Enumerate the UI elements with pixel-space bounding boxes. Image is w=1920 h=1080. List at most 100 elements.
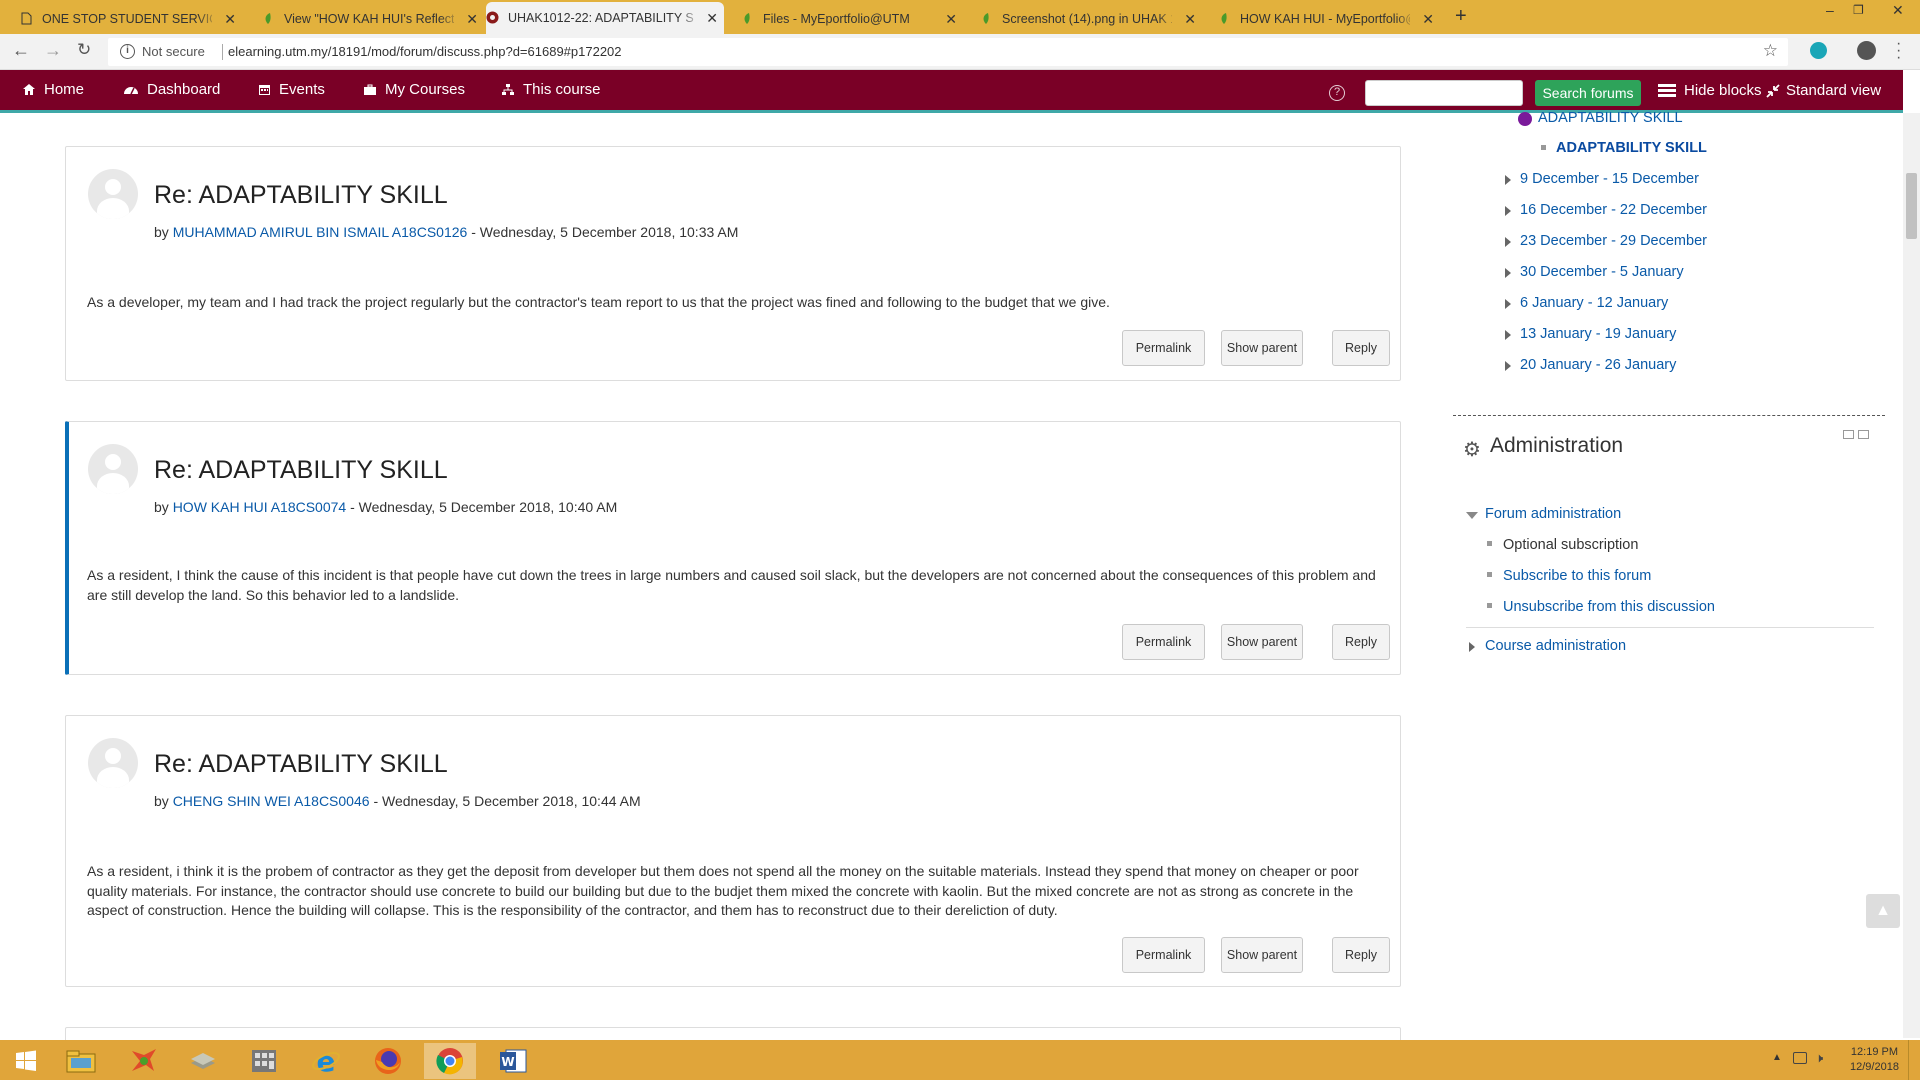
scroll-to-top-icon[interactable]: ▲ [1866, 894, 1900, 928]
close-icon[interactable]: ✕ [945, 11, 957, 28]
word-icon[interactable]: W [487, 1043, 539, 1079]
network-icon[interactable] [1793, 1052, 1807, 1064]
collapse-icon[interactable] [1466, 512, 1478, 519]
nav-parent-adaptability[interactable]: ADAPTABILITY SKILL [1538, 110, 1683, 126]
nav-current-adaptability[interactable]: ADAPTABILITY SKILL [1556, 140, 1707, 156]
administration-title: Administration [1490, 434, 1624, 457]
hide-blocks-button[interactable]: Hide blocks [1658, 82, 1762, 99]
tab-how-kah-hui[interactable]: HOW KAH HUI - MyEportfolio@U ✕ [1218, 3, 1440, 34]
svg-text:e: e [317, 1046, 336, 1076]
menu-dots-icon[interactable]: · · · [1896, 36, 1901, 66]
author-link[interactable]: MUHAMMAD AMIRUL BIN ISMAIL A18CS0126 [173, 224, 468, 240]
author-link[interactable]: HOW KAH HUI A18CS0074 [173, 499, 347, 515]
account-icon[interactable] [1857, 41, 1876, 60]
dock-icon[interactable] [1843, 430, 1854, 439]
close-icon[interactable]: ✕ [706, 10, 718, 27]
week-item[interactable]: 30 December - 5 January [1520, 264, 1684, 280]
permalink-button[interactable]: Permalink [1122, 624, 1205, 660]
new-tab-plus-icon[interactable]: + [1455, 5, 1467, 28]
url-text[interactable]: elearning.utm.my/18191/mod/forum/discuss… [228, 44, 622, 59]
nav-events-label: Events [279, 81, 325, 98]
avatar[interactable] [88, 738, 138, 788]
tab-one-stop[interactable]: ONE STOP STUDENT SERVICES ✕ [20, 3, 242, 34]
week-item[interactable]: 20 January - 26 January [1520, 357, 1676, 373]
show-desktop-button[interactable] [1908, 1040, 1912, 1080]
nav-dashboard-label: Dashboard [147, 81, 221, 98]
list-icon [1658, 83, 1676, 97]
bookmark-star-icon[interactable]: ☆ [1763, 41, 1778, 61]
volume-muted-icon[interactable]: 🕨 [1815, 1050, 1823, 1066]
page-scrollbar[interactable] [1903, 113, 1920, 1038]
expand-icon[interactable] [1505, 330, 1511, 340]
reply-button[interactable]: Reply [1332, 624, 1390, 660]
moodle-icon [486, 11, 499, 24]
windows-start-icon[interactable] [0, 1043, 52, 1079]
app-icon-bird[interactable] [117, 1043, 169, 1079]
standard-view-button[interactable]: Standard view [1766, 82, 1881, 99]
internet-explorer-icon[interactable]: e [300, 1043, 352, 1079]
close-icon[interactable]: ✕ [224, 11, 236, 28]
nav-events[interactable]: Events [258, 81, 325, 98]
close-icon[interactable]: ✕ [1422, 11, 1434, 28]
show-parent-button[interactable]: Show parent [1221, 937, 1303, 973]
help-question-icon[interactable]: ? [1329, 85, 1345, 101]
tray-chevron-icon[interactable]: ▲ [1772, 1052, 1782, 1063]
nav-home[interactable]: Home [22, 81, 84, 98]
avatar[interactable] [88, 444, 138, 494]
forum-post: Re: ADAPTABILITY SKILL by MUHAMMAD AMIRU… [65, 146, 1401, 381]
week-item[interactable]: 9 December - 15 December [1520, 171, 1699, 187]
search-forums-button[interactable]: Search forums [1535, 80, 1641, 106]
file-explorer-icon[interactable] [55, 1043, 107, 1079]
collapse-block-icon[interactable] [1858, 430, 1869, 439]
app-icon-calculator[interactable] [238, 1043, 290, 1079]
author-link[interactable]: CHENG SHIN WEI A18CS0046 [173, 793, 370, 809]
expand-icon[interactable] [1505, 299, 1511, 309]
week-item[interactable]: 6 January - 12 January [1520, 295, 1668, 311]
taskbar-clock[interactable]: 12:19 PM 12/9/2018 [1850, 1045, 1899, 1075]
nav-my-courses[interactable]: My Courses [363, 81, 465, 98]
avatar[interactable] [88, 169, 138, 219]
expand-icon[interactable] [1505, 206, 1511, 216]
restore-icon[interactable]: ❐ [1853, 3, 1864, 17]
reload-icon[interactable]: ↻ [77, 40, 91, 60]
week-item[interactable]: 23 December - 29 December [1520, 233, 1707, 249]
expand-icon[interactable] [1505, 175, 1511, 185]
post-content: As a developer, my team and I had track … [87, 294, 1110, 310]
expand-icon[interactable] [1505, 237, 1511, 247]
app-icon-books[interactable] [177, 1043, 229, 1079]
tab-adaptability[interactable]: UHAK1012-22: ADAPTABILITY SK ✕ [486, 2, 724, 34]
omnibox[interactable]: i Not secure elearning.utm.my/18191/mod/… [108, 38, 1788, 66]
close-icon[interactable]: ✕ [466, 11, 478, 28]
show-parent-button[interactable]: Show parent [1221, 330, 1303, 366]
tab-files[interactable]: Files - MyEportfolio@UTM ✕ [741, 3, 963, 34]
extension-icon[interactable] [1810, 42, 1827, 59]
window-close-icon[interactable]: ✕ [1892, 2, 1904, 19]
permalink-button[interactable]: Permalink [1122, 937, 1205, 973]
unsubscribe-discussion-link[interactable]: Unsubscribe from this discussion [1503, 599, 1715, 615]
reply-button[interactable]: Reply [1332, 937, 1390, 973]
minimize-icon[interactable]: – [1826, 2, 1834, 18]
forward-arrow-icon[interactable]: → [44, 40, 62, 61]
permalink-button[interactable]: Permalink [1122, 330, 1205, 366]
search-forums-input[interactable] [1365, 80, 1523, 106]
close-icon[interactable]: ✕ [1184, 11, 1196, 28]
course-administration-link[interactable]: Course administration [1485, 638, 1626, 654]
nav-dashboard[interactable]: Dashboard [123, 81, 220, 98]
sitemap-icon [502, 84, 514, 95]
forum-administration-link[interactable]: Forum administration [1485, 506, 1621, 522]
back-arrow-icon[interactable]: ← [12, 40, 30, 61]
tab-screenshot[interactable]: Screenshot (14).png in UHAK 10 ✕ [980, 3, 1202, 34]
nav-this-course[interactable]: This course [501, 81, 601, 98]
info-icon[interactable]: i [120, 44, 135, 59]
show-parent-button[interactable]: Show parent [1221, 624, 1303, 660]
firefox-icon[interactable] [362, 1043, 414, 1079]
reply-button[interactable]: Reply [1332, 330, 1390, 366]
expand-icon[interactable] [1505, 361, 1511, 371]
chrome-icon[interactable] [424, 1043, 476, 1079]
expand-icon[interactable] [1469, 642, 1475, 652]
expand-icon[interactable] [1505, 268, 1511, 278]
week-item[interactable]: 13 January - 19 January [1520, 326, 1676, 342]
week-item[interactable]: 16 December - 22 December [1520, 202, 1707, 218]
subscribe-forum-link[interactable]: Subscribe to this forum [1503, 568, 1651, 584]
tab-reflection[interactable]: View "HOW KAH HUI's Reflection ✕ [262, 3, 484, 34]
